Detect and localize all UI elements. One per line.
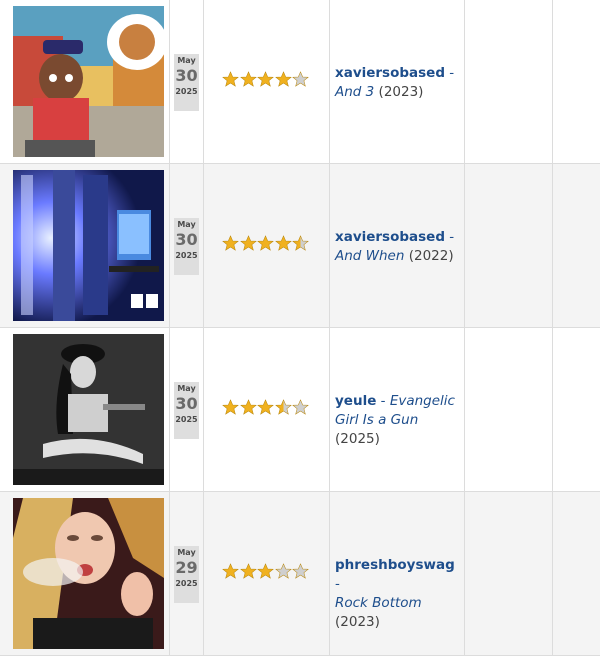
artist-link[interactable]: yeule xyxy=(335,393,376,409)
artist-link[interactable]: xaviersobased xyxy=(335,229,445,245)
star-full-icon xyxy=(222,399,240,417)
star-empty-icon xyxy=(292,563,310,581)
date-month: May xyxy=(177,56,196,65)
artist-link[interactable]: phreshboyswag xyxy=(335,557,455,573)
album-info: phreshboyswag - Rock Bottom (2023) xyxy=(335,557,455,630)
server-room-cover[interactable] xyxy=(13,170,164,321)
star-full-icon xyxy=(274,71,293,89)
album-year: (2023) xyxy=(335,614,380,630)
album-title-link[interactable]: And 3 xyxy=(335,84,374,100)
album-info: xaviersobased - And When (2022) xyxy=(335,229,455,264)
star-full-icon xyxy=(257,563,275,581)
star-half-icon xyxy=(292,235,310,253)
table-row: May 30 2025 xaviersobased - And 3 (2023) xyxy=(0,0,600,164)
star-full-icon xyxy=(222,563,240,581)
album-title-link[interactable]: Rock Bottom xyxy=(335,595,422,611)
date-badge: May 30 2025 xyxy=(174,218,199,275)
smoking-portrait-cover[interactable] xyxy=(13,498,164,649)
date-year: 2025 xyxy=(175,87,198,96)
star-empty-icon xyxy=(274,563,293,581)
star-empty-icon xyxy=(292,399,310,417)
monochrome-portrait-cover[interactable] xyxy=(13,334,164,485)
star-full-icon xyxy=(222,71,240,89)
star-full-icon xyxy=(239,399,258,417)
rating-stars xyxy=(222,71,310,91)
album-year: (2022) xyxy=(408,248,454,264)
star-full-icon xyxy=(222,235,240,253)
cartoon-character-cover[interactable] xyxy=(13,6,164,157)
rating-stars xyxy=(222,235,310,255)
star-full-icon xyxy=(257,399,275,417)
star-half-icon xyxy=(274,399,293,417)
rating-stars xyxy=(222,399,310,419)
ratings-table: May 30 2025 xaviersobased - And 3 (2023) xyxy=(0,0,600,656)
album-info: yeule - Evangelic Girl Is a Gun (2025) xyxy=(335,393,455,447)
star-full-icon xyxy=(239,71,258,89)
date-day: 30 xyxy=(175,230,198,249)
album-year: (2023) xyxy=(378,84,424,100)
star-full-icon xyxy=(239,563,258,581)
date-day: 30 xyxy=(175,66,198,85)
star-full-icon xyxy=(239,235,258,253)
star-full-icon xyxy=(274,235,293,253)
table-row: May 29 2025 phreshboyswag - Rock Bottom … xyxy=(0,492,600,656)
date-month: May xyxy=(177,384,196,393)
star-full-icon xyxy=(257,71,275,89)
album-year: (2025) xyxy=(335,431,380,447)
date-month: May xyxy=(177,548,196,557)
table-row: May 30 2025 xaviersobased - And When (20… xyxy=(0,164,600,328)
date-year: 2025 xyxy=(175,579,198,588)
date-day: 29 xyxy=(175,558,198,577)
date-badge: May 29 2025 xyxy=(174,546,199,603)
date-year: 2025 xyxy=(175,415,198,424)
artist-link[interactable]: xaviersobased xyxy=(335,65,445,81)
date-day: 30 xyxy=(175,394,198,413)
star-empty-icon xyxy=(292,71,310,89)
rating-stars xyxy=(222,563,310,583)
date-badge: May 30 2025 xyxy=(174,54,199,111)
table-row: May 30 2025 yeule - Evangelic Girl Is a … xyxy=(0,328,600,492)
album-title-link[interactable]: And When xyxy=(335,248,404,264)
date-month: May xyxy=(177,220,196,229)
star-full-icon xyxy=(257,235,275,253)
date-badge: May 30 2025 xyxy=(174,382,199,439)
album-info: xaviersobased - And 3 (2023) xyxy=(335,65,455,100)
date-year: 2025 xyxy=(175,251,198,260)
